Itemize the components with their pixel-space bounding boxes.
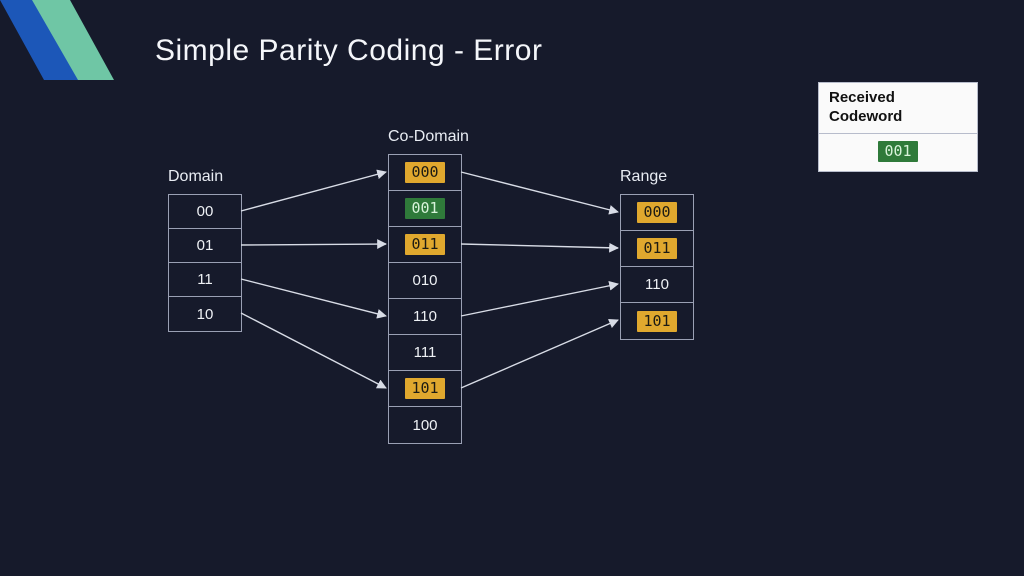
range-value: 101 <box>637 311 676 332</box>
domain-cell: 10 <box>169 297 241 331</box>
range-value: 000 <box>637 202 676 223</box>
codomain-value: 100 <box>412 417 437 434</box>
range-cell: 101 <box>621 303 693 339</box>
codomain-cell: 000 <box>389 155 461 191</box>
codomain-value: 010 <box>412 272 437 289</box>
codomain-cell: 110 <box>389 299 461 335</box>
arrow-c6-r3 <box>461 320 618 388</box>
range-value: 011 <box>637 238 676 259</box>
domain-value: 10 <box>197 306 214 323</box>
received-codeword-box: Received Codeword 001 <box>818 82 978 172</box>
range-stack: 000 011 110 101 <box>620 194 694 340</box>
diagram-stage: Domain Co-Domain Range 00 01 11 10 000 0… <box>0 0 1024 576</box>
codomain-stack: 000 001 011 010 110 111 101 100 <box>388 154 462 444</box>
codomain-cell: 001 <box>389 191 461 227</box>
received-value-cell: 001 <box>819 134 977 171</box>
range-cell: 110 <box>621 267 693 303</box>
codomain-cell: 101 <box>389 371 461 407</box>
domain-cell: 00 <box>169 195 241 229</box>
arrow-c0-r0 <box>461 172 618 212</box>
codomain-cell: 111 <box>389 335 461 371</box>
codomain-value: 111 <box>414 344 437 361</box>
arrow-c4-r2 <box>461 284 618 316</box>
domain-stack: 00 01 11 10 <box>168 194 242 332</box>
arrow-d2-c4 <box>241 279 386 316</box>
arrow-d0-c0 <box>241 172 386 211</box>
codomain-cell: 011 <box>389 227 461 263</box>
codomain-label: Co-Domain <box>388 128 469 146</box>
received-header: Received Codeword <box>819 83 977 134</box>
domain-cell: 01 <box>169 229 241 263</box>
codomain-cell: 100 <box>389 407 461 443</box>
domain-label: Domain <box>168 168 223 186</box>
range-value: 110 <box>645 276 669 293</box>
range-cell: 000 <box>621 195 693 231</box>
codomain-value: 110 <box>413 308 437 325</box>
domain-value: 11 <box>197 271 213 288</box>
received-value: 001 <box>878 141 917 162</box>
range-cell: 011 <box>621 231 693 267</box>
codomain-value: 101 <box>405 378 444 399</box>
codomain-value: 000 <box>405 162 444 183</box>
range-label: Range <box>620 168 667 186</box>
domain-value: 00 <box>197 203 214 220</box>
codomain-value: 011 <box>405 234 444 255</box>
domain-value: 01 <box>197 237 214 254</box>
arrow-d1-c2 <box>241 244 386 245</box>
domain-cell: 11 <box>169 263 241 297</box>
arrow-c2-r1 <box>461 244 618 248</box>
arrow-d3-c6 <box>241 313 386 388</box>
codomain-value: 001 <box>405 198 444 219</box>
codomain-cell: 010 <box>389 263 461 299</box>
